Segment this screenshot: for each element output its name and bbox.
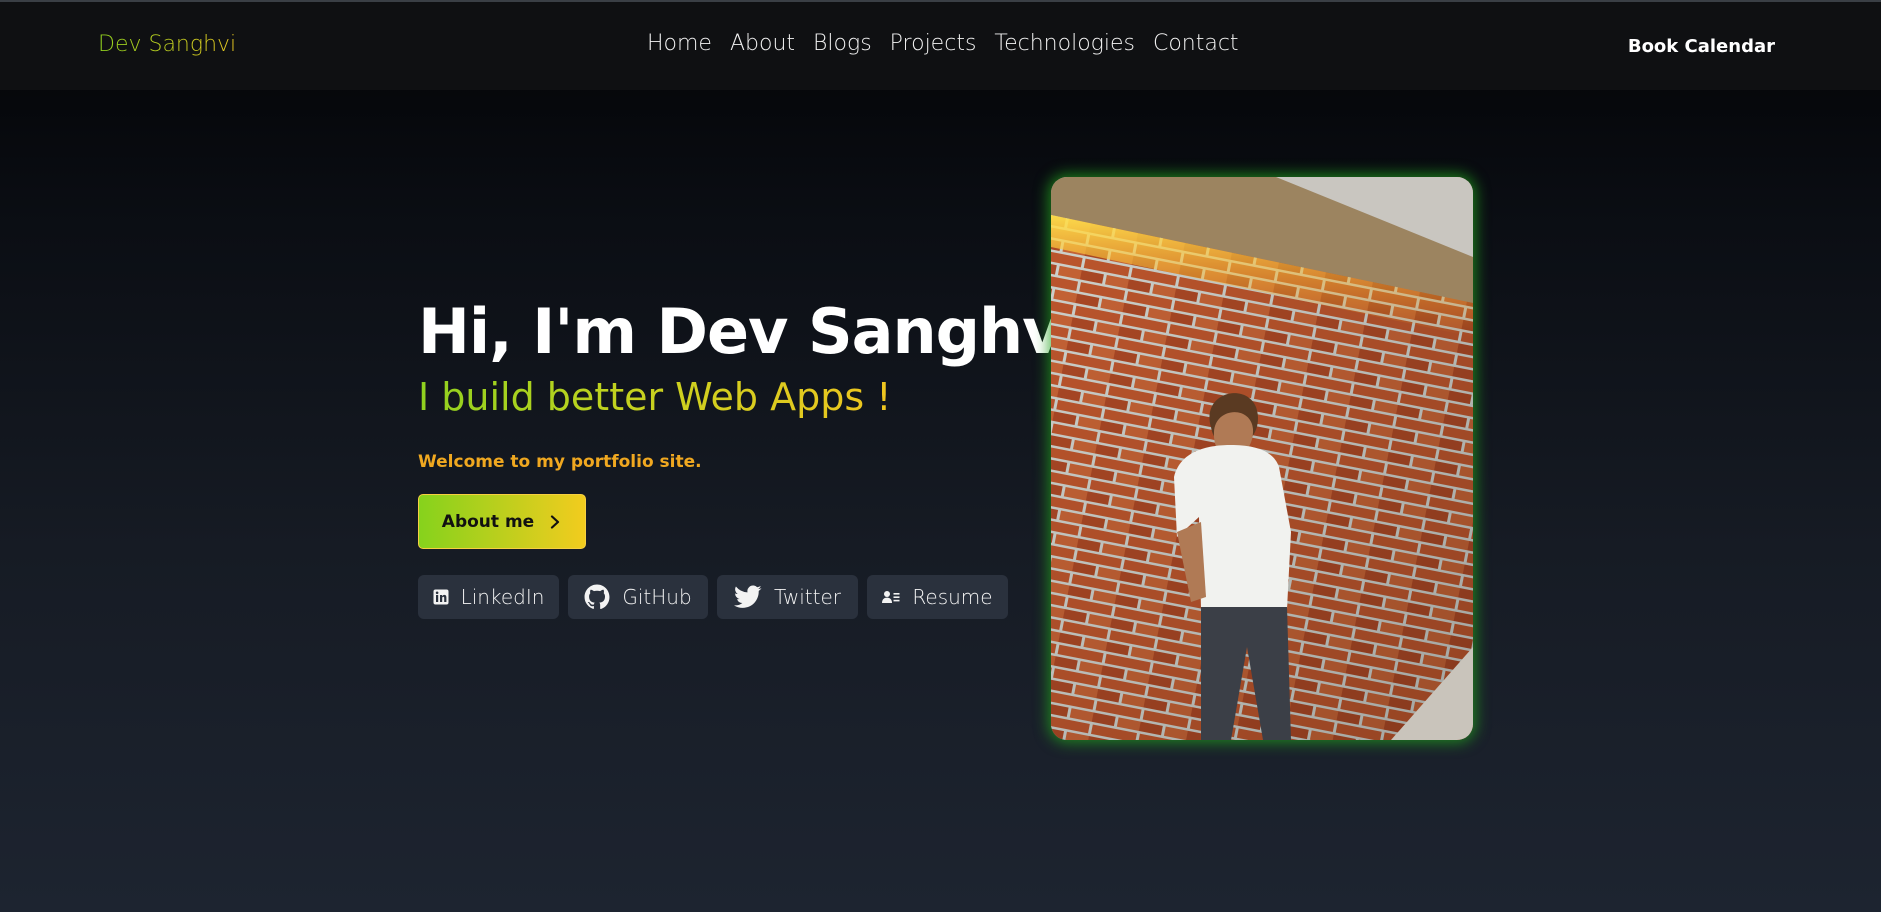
book-calendar-button[interactable]: Book Calendar bbox=[1628, 36, 1775, 57]
hero-intro: Hi, I'm Dev Sanghvi I build better Web A… bbox=[418, 295, 1083, 619]
social-links: LinkedIn GitHub Twitter Resume bbox=[418, 575, 1028, 619]
twitter-label: Twitter bbox=[773, 585, 842, 609]
resume-button[interactable]: Resume bbox=[867, 575, 1008, 619]
brand-logo-text[interactable]: Dev Sanghvi bbox=[98, 32, 236, 57]
linkedin-button[interactable]: LinkedIn bbox=[418, 575, 559, 619]
linkedin-label: LinkedIn bbox=[460, 585, 545, 609]
nav-link-home[interactable]: Home bbox=[647, 31, 712, 56]
linkedin-icon bbox=[433, 589, 449, 605]
hero-subtitle: I build better Web Apps ! bbox=[418, 375, 892, 419]
nav-link-technologies[interactable]: Technologies bbox=[994, 31, 1135, 56]
welcome-text: Welcome to my portfolio site. bbox=[418, 452, 702, 472]
resume-label: Resume bbox=[912, 585, 993, 609]
github-icon bbox=[584, 584, 610, 610]
nav-links: Home About Blogs Projects Technologies C… bbox=[647, 31, 1239, 56]
about-me-label: About me bbox=[441, 511, 535, 532]
twitter-button[interactable]: Twitter bbox=[717, 575, 858, 619]
nav-link-projects[interactable]: Projects bbox=[890, 31, 977, 56]
chevron-right-icon bbox=[551, 514, 560, 529]
twitter-icon bbox=[733, 585, 762, 608]
nav-link-blogs[interactable]: Blogs bbox=[813, 31, 872, 56]
github-button[interactable]: GitHub bbox=[568, 575, 708, 619]
about-me-button[interactable]: About me bbox=[418, 494, 586, 549]
resume-icon bbox=[882, 591, 900, 603]
github-label: GitHub bbox=[622, 585, 692, 609]
profile-photo bbox=[1051, 177, 1473, 740]
navbar: Dev Sanghvi Home About Blogs Projects Te… bbox=[0, 2, 1881, 90]
nav-link-about[interactable]: About bbox=[730, 31, 795, 56]
hero-title: Hi, I'm Dev Sanghvi bbox=[418, 295, 1083, 368]
nav-link-contact[interactable]: Contact bbox=[1153, 31, 1239, 56]
